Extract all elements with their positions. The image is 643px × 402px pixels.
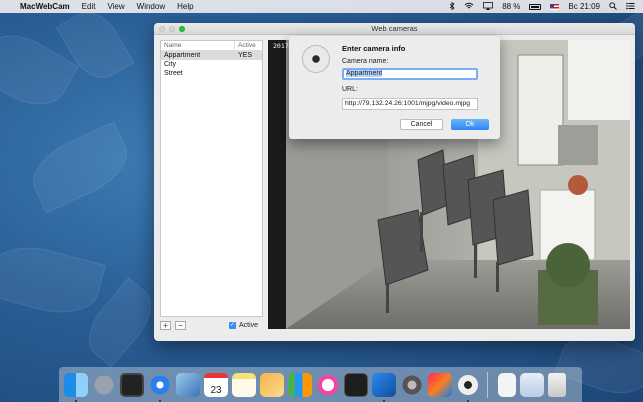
webcam-app-dock-icon[interactable]: [456, 372, 480, 402]
downloads-icon[interactable]: [520, 372, 544, 397]
battery-icon[interactable]: [529, 3, 542, 10]
camera-list-header: Name Active: [161, 41, 262, 51]
camera-row-appartment[interactable]: Appartment YES: [161, 51, 262, 60]
column-header-name[interactable]: Name: [161, 41, 235, 50]
terminal-icon[interactable]: [344, 372, 368, 397]
menu-window[interactable]: Window: [137, 2, 165, 11]
notification-center-icon[interactable]: [626, 2, 635, 12]
numbers-icon[interactable]: [288, 372, 312, 397]
camera-name-label: Camera name:: [342, 58, 389, 65]
camera-name-cell: Street: [164, 70, 183, 77]
camera-row-city[interactable]: City: [161, 60, 262, 69]
safari-icon[interactable]: [148, 372, 172, 402]
active-checkbox-label: Active: [239, 322, 259, 329]
menu-help[interactable]: Help: [177, 2, 193, 11]
remove-camera-button[interactable]: −: [175, 321, 186, 330]
active-checkbox-group[interactable]: ✓ Active: [229, 322, 258, 329]
input-source-flag-icon[interactable]: [550, 3, 560, 10]
calendar-day: 23: [210, 384, 222, 396]
dock: 23: [59, 367, 582, 402]
camera-active-cell: YES: [238, 52, 253, 59]
document-icon[interactable]: [498, 372, 516, 397]
camera-row-street[interactable]: Street: [161, 69, 262, 78]
battery-percent: 88 %: [502, 2, 521, 11]
column-header-active[interactable]: Active: [235, 41, 256, 50]
webcam-app-icon: [302, 45, 330, 73]
spotlight-search-icon[interactable]: [609, 1, 617, 12]
menu-bar: MacWebCam Edit View Window Help 88 % Вс …: [0, 0, 643, 13]
wifi-icon[interactable]: [464, 2, 474, 12]
add-camera-button[interactable]: +: [160, 321, 171, 330]
calendar-icon[interactable]: 23: [204, 372, 228, 397]
menu-clock[interactable]: Вс 21:09: [568, 2, 600, 11]
airplay-icon[interactable]: [483, 1, 494, 12]
dock-separator: [487, 371, 488, 398]
xcode-icon[interactable]: [372, 372, 396, 402]
notes-icon[interactable]: [232, 372, 256, 397]
window-titlebar[interactable]: Web cameras: [154, 23, 635, 35]
window-title: Web cameras: [371, 24, 418, 33]
finder-icon[interactable]: [64, 372, 88, 402]
preview-icon[interactable]: [176, 372, 200, 397]
enter-camera-info-dialog: Enter camera info Camera name: Appartmen…: [289, 36, 500, 139]
system-preferences-icon[interactable]: [400, 372, 424, 397]
camera-name-value: Appartment: [346, 70, 383, 77]
camera-name-cell: Appartment: [164, 52, 201, 59]
cancel-button[interactable]: Cancel: [400, 119, 443, 130]
camera-active-cell: [235, 69, 238, 78]
url-label: URL:: [342, 86, 358, 93]
menu-view[interactable]: View: [107, 2, 124, 11]
menu-app-name[interactable]: MacWebCam: [20, 2, 70, 11]
bluetooth-icon[interactable]: [449, 1, 455, 12]
intellij-icon[interactable]: [428, 372, 452, 397]
itunes-icon[interactable]: [316, 372, 340, 397]
ok-button[interactable]: Ok: [451, 119, 489, 130]
launchpad-icon[interactable]: [92, 372, 116, 397]
active-checkbox[interactable]: ✓: [229, 322, 236, 329]
pages-icon[interactable]: [260, 372, 284, 397]
trash-icon[interactable]: [548, 372, 566, 397]
camera-name-input[interactable]: Appartment: [342, 68, 478, 80]
mission-control-icon[interactable]: [120, 372, 144, 397]
camera-active-cell: [235, 60, 238, 69]
minimize-window-button[interactable]: [169, 26, 175, 32]
close-window-button[interactable]: [159, 26, 165, 32]
camera-name-cell: City: [164, 61, 177, 68]
menu-edit[interactable]: Edit: [82, 2, 96, 11]
dialog-title: Enter camera info: [342, 44, 406, 53]
url-input[interactable]: http://79.132.24.26:1001/mjpg/video.mjpg: [342, 98, 478, 110]
camera-list: Name Active Appartment YES City Street: [160, 40, 263, 317]
zoom-window-button[interactable]: [179, 26, 185, 32]
